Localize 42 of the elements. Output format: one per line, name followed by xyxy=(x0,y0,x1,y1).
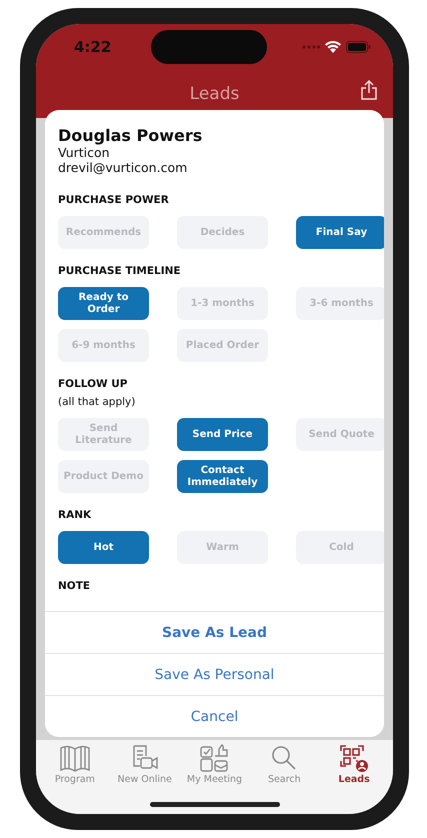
lead-email: drevil@vurticon.com xyxy=(58,160,188,175)
option-button[interactable]: 1-3 months xyxy=(177,287,268,320)
tab-item[interactable]: Search xyxy=(249,744,320,814)
battery-icon xyxy=(346,41,371,53)
document-video-icon xyxy=(130,744,159,772)
wifi-icon xyxy=(325,41,341,53)
option-button[interactable]: Recommends xyxy=(58,216,149,249)
option-button[interactable]: Send Quote xyxy=(296,418,384,451)
section-title: FOLLOW UP xyxy=(58,377,128,392)
option-button[interactable]: Send Literature xyxy=(58,418,149,451)
lead-company: Vurticon xyxy=(58,145,111,160)
share-icon[interactable] xyxy=(361,80,377,100)
option-button[interactable]: Decides xyxy=(177,216,268,249)
option-button[interactable]: Final Say xyxy=(296,216,384,249)
search-icon xyxy=(270,744,298,772)
option-button[interactable]: Cold xyxy=(296,531,384,564)
tab-item[interactable]: New Online xyxy=(110,744,180,814)
option-button[interactable]: Contact Immediately xyxy=(177,460,268,493)
signal-icon xyxy=(302,45,320,49)
section-title: RANK xyxy=(58,508,92,523)
option-button[interactable]: Warm xyxy=(177,531,268,564)
status-time: 4:22 xyxy=(74,38,112,56)
lead-name: Douglas Powers xyxy=(58,126,204,145)
tab-item[interactable]: My Meeting xyxy=(180,744,250,814)
section-title: NOTE xyxy=(58,579,92,594)
option-button[interactable]: Hot xyxy=(58,531,149,564)
option-button[interactable]: Product Demo xyxy=(58,460,149,493)
option-button[interactable]: 3-6 months xyxy=(296,287,384,320)
option-button[interactable]: Ready to Order xyxy=(58,287,149,320)
book-icon xyxy=(58,744,91,772)
nav-title: Leads xyxy=(190,84,240,104)
section-hint: (all that apply) xyxy=(58,395,136,410)
qr-code-user-icon xyxy=(339,744,370,772)
tab-item[interactable]: Leads xyxy=(319,744,389,814)
tab-item[interactable]: Program xyxy=(40,744,110,814)
section-title: PURCHASE POWER xyxy=(58,193,170,208)
meeting-icon xyxy=(199,744,230,772)
section-title: PURCHASE TIMELINE xyxy=(58,264,182,279)
option-button[interactable]: Placed Order xyxy=(177,329,268,362)
option-button[interactable]: 6-9 months xyxy=(58,329,149,362)
option-button[interactable]: Send Price xyxy=(177,418,268,451)
action-button[interactable]: Cancel xyxy=(45,695,384,737)
